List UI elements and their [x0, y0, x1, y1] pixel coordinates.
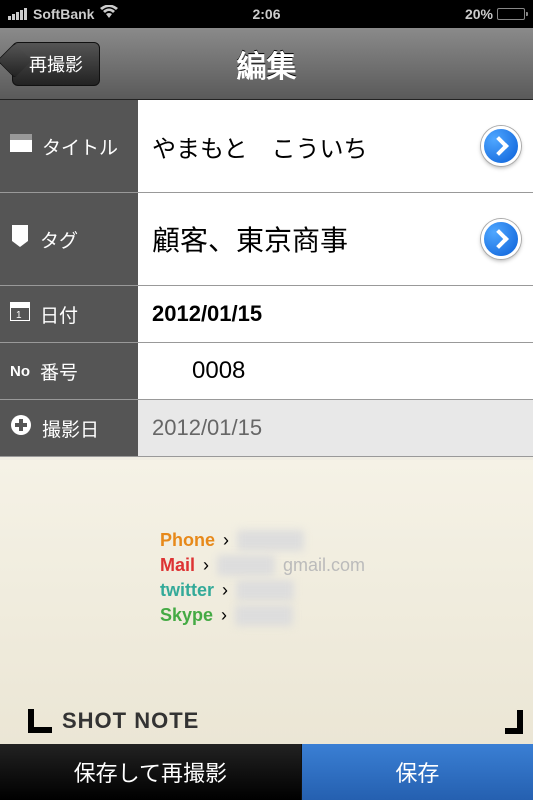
- label-date: 1 日付: [0, 286, 138, 342]
- signal-icon: [8, 8, 27, 20]
- card-skype-label: Skype: [160, 605, 213, 626]
- carrier-label: SoftBank: [33, 6, 94, 22]
- row-title: タイトル やまもと こういち: [0, 100, 533, 193]
- title-icon: [10, 134, 32, 158]
- back-button[interactable]: 再撮影: [12, 42, 100, 86]
- tag-icon: [10, 225, 30, 253]
- plus-circle-icon: [10, 414, 32, 442]
- save-and-reshoot-button[interactable]: 保存して再撮影: [0, 744, 301, 800]
- svg-text:1: 1: [16, 310, 22, 321]
- nav-bar: 再撮影 編集: [0, 28, 533, 100]
- label-shot-date: 撮影日: [0, 400, 138, 456]
- corner-mark-icon-right: [505, 710, 523, 734]
- value-number[interactable]: 0008: [138, 343, 533, 399]
- status-bar: SoftBank 2:06 20%: [0, 0, 533, 28]
- label-number: No 番号: [0, 343, 138, 399]
- value-tag[interactable]: 顧客、東京商事: [138, 193, 533, 285]
- row-shot-date: 撮影日 2012/01/15: [0, 400, 533, 457]
- row-tag: タグ 顧客、東京商事: [0, 193, 533, 286]
- card-phone-label: Phone: [160, 530, 215, 551]
- clock: 2:06: [180, 6, 352, 22]
- title-detail-button[interactable]: [481, 126, 521, 166]
- corner-mark-icon: [28, 709, 52, 733]
- value-shot-date: 2012/01/15: [138, 400, 533, 456]
- row-number: No 番号 0008: [0, 343, 533, 400]
- number-icon: No: [10, 363, 30, 380]
- value-title[interactable]: やまもと こういち: [138, 100, 533, 192]
- battery-icon: [497, 8, 525, 20]
- background-card-preview: Phone › xxx Mail › xxgmail.com twitter ›…: [0, 460, 533, 744]
- bottom-toolbar: 保存して再撮影 保存: [0, 744, 533, 800]
- wifi-icon: [100, 5, 118, 24]
- card-twitter-label: twitter: [160, 580, 214, 601]
- battery-percent: 20%: [465, 6, 493, 22]
- page-title: 編集: [237, 42, 297, 86]
- shot-note-brand: SHOT NOTE: [28, 708, 199, 734]
- tag-detail-button[interactable]: [481, 219, 521, 259]
- calendar-icon: 1: [10, 301, 30, 327]
- value-date[interactable]: 2012/01/15: [138, 286, 533, 342]
- row-date: 1 日付 2012/01/15: [0, 286, 533, 343]
- label-tag: タグ: [0, 193, 138, 285]
- label-title: タイトル: [0, 100, 138, 192]
- save-button[interactable]: 保存: [301, 744, 533, 800]
- form-content: タイトル やまもと こういち タグ 顧客、東京商事 1 日付 2012/01/1…: [0, 100, 533, 457]
- card-mail-label: Mail: [160, 555, 195, 576]
